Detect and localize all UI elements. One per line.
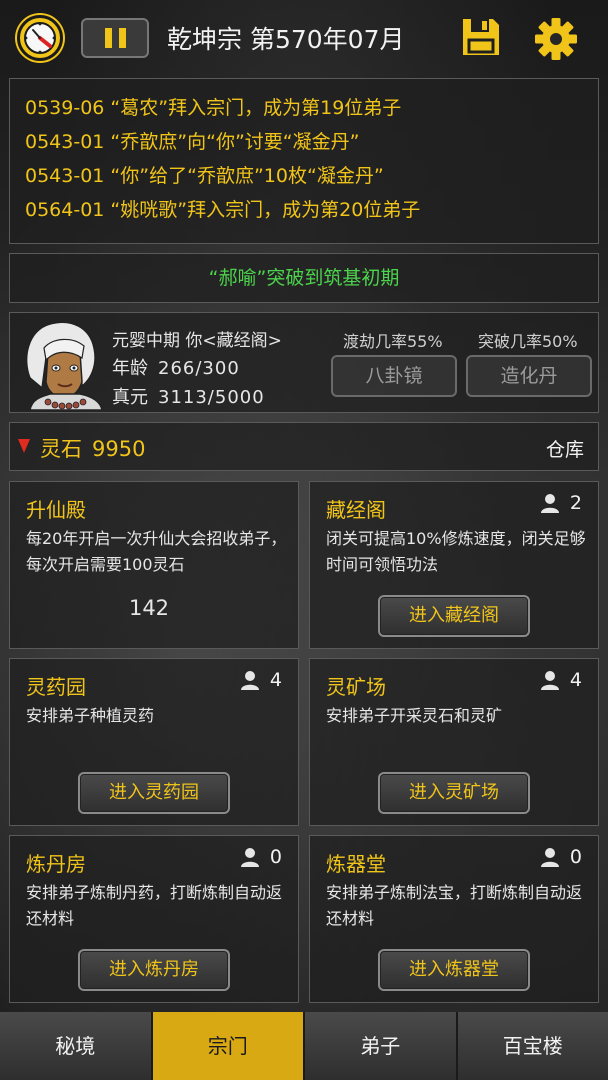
disciple-count-value: 2 <box>569 492 582 514</box>
age-label: 年龄 <box>112 358 148 379</box>
disciple-count: 4 <box>540 669 582 691</box>
tab-disciples[interactable]: 弟子 <box>305 1012 458 1080</box>
person-icon <box>240 848 259 867</box>
log-line: 0543-01 “乔歆庶”向“你”讨要“凝金丹” <box>25 131 360 153</box>
enter-spirit-mine-button[interactable]: 进入灵矿场 <box>378 772 530 814</box>
dropdown-arrow-icon[interactable] <box>18 439 30 453</box>
enter-scripture-pavilion-button[interactable]: 进入藏经阁 <box>378 595 530 637</box>
card-artifact-hall[interactable]: 炼器堂 0 安排弟子炼制法宝，打断炼制自动返还材料 进入炼器堂 <box>309 835 599 1003</box>
card-herb-garden[interactable]: 灵药园 4 安排弟子种植灵药 进入灵药园 <box>9 658 299 826</box>
tab-sect[interactable]: 宗门 <box>152 1012 305 1080</box>
enter-artifact-hall-button[interactable]: 进入炼器堂 <box>378 949 530 991</box>
log-line: 0564-01 “姚咣歌”拜入宗门，成为第20位弟子 <box>25 199 421 221</box>
disciple-count-value: 4 <box>569 669 582 691</box>
card-desc: 安排弟子炼制法宝，打断炼制自动返还材料 <box>326 883 583 928</box>
disciple-count-value: 0 <box>569 846 582 868</box>
person-icon <box>240 671 259 690</box>
card-desc: 安排弟子炼制丹药，打断炼制自动返还材料 <box>26 883 283 928</box>
player-avatar[interactable] <box>20 318 108 410</box>
pause-icon-bar <box>118 28 126 48</box>
disciple-count-value: 4 <box>269 669 282 691</box>
log-line: 0543-01 “你”给了“乔歆庶”10枚“凝金丹” <box>25 165 384 187</box>
card-ascension-hall[interactable]: 升仙殿 每20年开启一次升仙大会招收弟子，每次开启需要100灵石 142 <box>9 481 299 649</box>
card-title: 灵药园 <box>26 675 86 699</box>
disciple-count: 2 <box>540 492 582 514</box>
card-desc: 每20年开启一次升仙大会招收弟子，每次开启需要100灵石 <box>26 529 287 574</box>
player-rank: 元婴中期 你<藏经阁> <box>112 331 282 351</box>
countdown-number: 142 <box>128 596 170 620</box>
pause-icon-bar <box>104 28 112 48</box>
disciple-count: 4 <box>240 669 282 691</box>
yuan-label: 真元 <box>112 387 148 408</box>
card-scripture-pavilion[interactable]: 藏经阁 2 闭关可提高10%修炼速度，闭关足够时间可领悟功法 进入藏经阁 <box>309 481 599 649</box>
tribulation-rate: 渡劫几率55% <box>343 332 443 351</box>
card-title: 藏经阁 <box>326 498 386 522</box>
save-icon[interactable] <box>460 16 502 58</box>
card-desc: 安排弟子开采灵石和灵矿 <box>326 706 503 725</box>
disciple-count: 0 <box>240 846 282 868</box>
player-yuan: 真元 3113/5000 <box>112 383 265 409</box>
clock-icon[interactable] <box>17 15 63 61</box>
spirit-stone-bar: 灵石 9950 仓库 <box>9 422 599 471</box>
person-icon <box>540 494 559 513</box>
spirit-stone-value: 9950 <box>92 437 146 461</box>
spirit-stone: 灵石 9950 <box>40 433 145 463</box>
player-panel: 元婴中期 你<藏经阁> 年龄 266/300 真元 3113/5000 渡劫几率55… <box>9 312 599 413</box>
storage-link[interactable]: 仓库 <box>546 435 584 462</box>
card-title: 炼器堂 <box>326 852 386 876</box>
age-value: 266/300 <box>158 358 240 379</box>
card-spirit-mine[interactable]: 灵矿场 4 安排弟子开采灵石和灵矿 进入灵矿场 <box>309 658 599 826</box>
bottom-nav: 秘境 宗门 弟子 百宝楼 <box>0 1012 608 1080</box>
breakthrough-notice: “郝喻”突破到筑基初期 <box>9 253 599 303</box>
breakthrough-rate: 突破几率50% <box>478 332 578 351</box>
card-alchemy-room[interactable]: 炼丹房 0 安排弟子炼制丹药，打断炼制自动返还材料 进入炼丹房 <box>9 835 299 1003</box>
person-icon <box>540 848 559 867</box>
bagua-mirror-button[interactable]: 八卦镜 <box>331 355 457 397</box>
card-title: 灵矿场 <box>326 675 386 699</box>
log-line: 0539-06 “葛农”拜入宗门，成为第19位弟子 <box>25 97 402 119</box>
card-title: 炼丹房 <box>26 852 86 876</box>
tab-treasure-tower[interactable]: 百宝楼 <box>457 1012 608 1080</box>
gear-icon[interactable] <box>533 16 579 62</box>
tab-secret-realm[interactable]: 秘境 <box>0 1012 153 1080</box>
card-title: 升仙殿 <box>26 498 86 522</box>
enter-alchemy-room-button[interactable]: 进入炼丹房 <box>78 949 230 991</box>
person-icon <box>540 671 559 690</box>
card-desc: 闭关可提高10%修炼速度，闭关足够时间可领悟功法 <box>326 529 586 574</box>
card-desc: 安排弟子种植灵药 <box>26 706 155 725</box>
player-age: 年龄 266/300 <box>112 354 240 380</box>
pause-button[interactable] <box>81 18 149 58</box>
zaohua-pill-button[interactable]: 造化丹 <box>466 355 592 397</box>
disciple-count-value: 0 <box>269 846 282 868</box>
spirit-stone-label: 灵石 <box>40 437 82 461</box>
sect-title: 乾坤宗 第570年07月 <box>167 25 405 54</box>
enter-herb-garden-button[interactable]: 进入灵药园 <box>78 772 230 814</box>
event-log: 0539-06 “葛农”拜入宗门，成为第19位弟子 0543-01 “乔歆庶”向… <box>9 78 599 244</box>
disciple-count: 0 <box>540 846 582 868</box>
yuan-value: 3113/5000 <box>158 387 265 408</box>
